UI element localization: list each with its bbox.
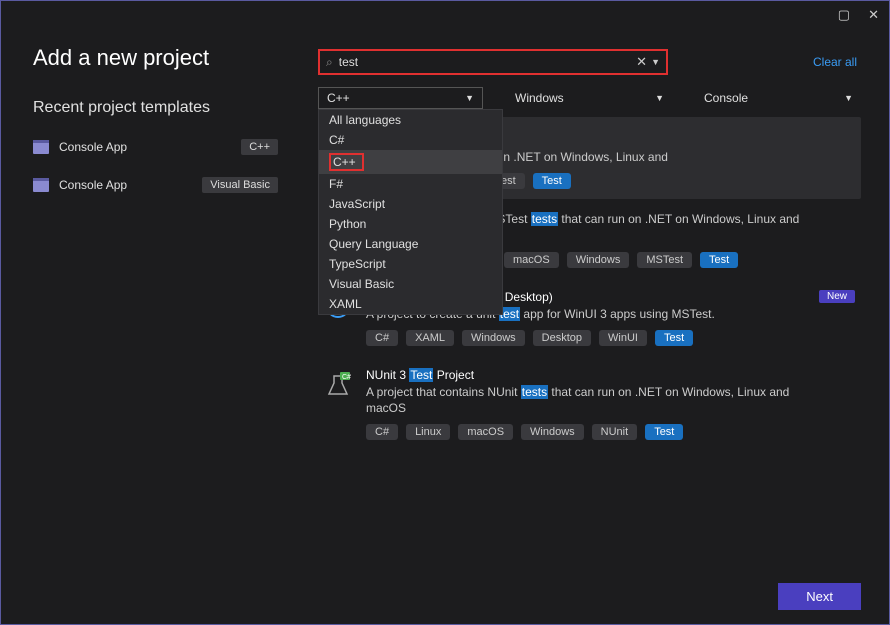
dropdown-option[interactable]: Visual Basic bbox=[319, 274, 502, 294]
chevron-down-icon: ▼ bbox=[465, 93, 474, 103]
dropdown-option[interactable]: TypeScript bbox=[319, 254, 502, 274]
result-tag: Test bbox=[700, 252, 738, 268]
clear-search-icon[interactable]: ✕ bbox=[636, 54, 647, 70]
language-filter[interactable]: C++ ▼ bbox=[318, 87, 483, 109]
result-tag: C# bbox=[366, 424, 398, 440]
result-item[interactable]: C# NUnit 3 Test Project A project that c… bbox=[318, 358, 861, 450]
result-tag: Desktop bbox=[533, 330, 591, 346]
lang-badge: Visual Basic bbox=[202, 177, 278, 193]
chevron-down-icon: ▼ bbox=[655, 93, 664, 103]
result-tag: Windows bbox=[567, 252, 630, 268]
search-icon: ⌕ bbox=[326, 55, 333, 70]
result-title: NUnit 3 Test Project bbox=[366, 368, 855, 382]
dropdown-option[interactable]: F# bbox=[319, 174, 502, 194]
result-tag: macOS bbox=[504, 252, 559, 268]
project-type-filter[interactable]: Console ▼ bbox=[696, 87, 861, 109]
recent-templates-heading: Recent project templates bbox=[33, 99, 278, 117]
recent-template-name: Console App bbox=[59, 140, 127, 154]
chevron-down-icon[interactable]: ▼ bbox=[651, 57, 660, 67]
result-description: A project that contains NUnit tests that… bbox=[366, 384, 806, 416]
console-icon bbox=[33, 178, 49, 192]
result-tag: WinUI bbox=[599, 330, 647, 346]
result-tag: Linux bbox=[406, 424, 450, 440]
new-badge: New bbox=[819, 290, 855, 303]
recent-template-item[interactable]: Console App Visual Basic bbox=[33, 173, 278, 197]
clear-all-link[interactable]: Clear all bbox=[813, 55, 857, 69]
result-tag: Test bbox=[533, 173, 571, 189]
result-tag: Windows bbox=[462, 330, 525, 346]
dropdown-option[interactable]: XAML bbox=[319, 294, 502, 314]
dropdown-option[interactable]: Python bbox=[319, 214, 502, 234]
recent-template-item[interactable]: Console App C++ bbox=[33, 135, 278, 159]
restore-icon[interactable]: ▢ bbox=[838, 7, 850, 23]
result-tag: NUnit bbox=[592, 424, 638, 440]
csharp-flask-icon: C# bbox=[324, 370, 352, 398]
dropdown-option[interactable]: Query Language bbox=[319, 234, 502, 254]
platform-filter[interactable]: Windows ▼ bbox=[507, 87, 672, 109]
close-icon[interactable]: ✕ bbox=[868, 7, 879, 23]
result-tag: XAML bbox=[406, 330, 454, 346]
search-box[interactable]: ⌕ ✕ ▼ bbox=[318, 49, 668, 75]
result-tag: MSTest bbox=[637, 252, 692, 268]
language-filter-value: C++ bbox=[327, 91, 350, 105]
dropdown-option[interactable]: JavaScript bbox=[319, 194, 502, 214]
chevron-down-icon: ▼ bbox=[844, 93, 853, 103]
result-tag: Test bbox=[655, 330, 693, 346]
result-tag: Test bbox=[645, 424, 683, 440]
dropdown-option[interactable]: C# bbox=[319, 130, 502, 150]
platform-filter-value: Windows bbox=[515, 91, 564, 105]
result-tag: macOS bbox=[458, 424, 513, 440]
project-type-filter-value: Console bbox=[704, 91, 748, 105]
page-title: Add a new project bbox=[33, 45, 278, 71]
svg-text:C#: C# bbox=[342, 374, 351, 381]
console-icon bbox=[33, 140, 49, 154]
dropdown-option[interactable]: All languages bbox=[319, 110, 502, 130]
result-tag: Windows bbox=[521, 424, 584, 440]
dropdown-option[interactable]: C++ bbox=[319, 150, 502, 174]
next-button[interactable]: Next bbox=[778, 583, 861, 610]
recent-template-name: Console App bbox=[59, 178, 127, 192]
result-tag: C# bbox=[366, 330, 398, 346]
lang-badge: C++ bbox=[241, 139, 278, 155]
language-dropdown: All languages C# C++ F# JavaScript Pytho… bbox=[318, 109, 503, 315]
search-input[interactable] bbox=[339, 55, 636, 69]
